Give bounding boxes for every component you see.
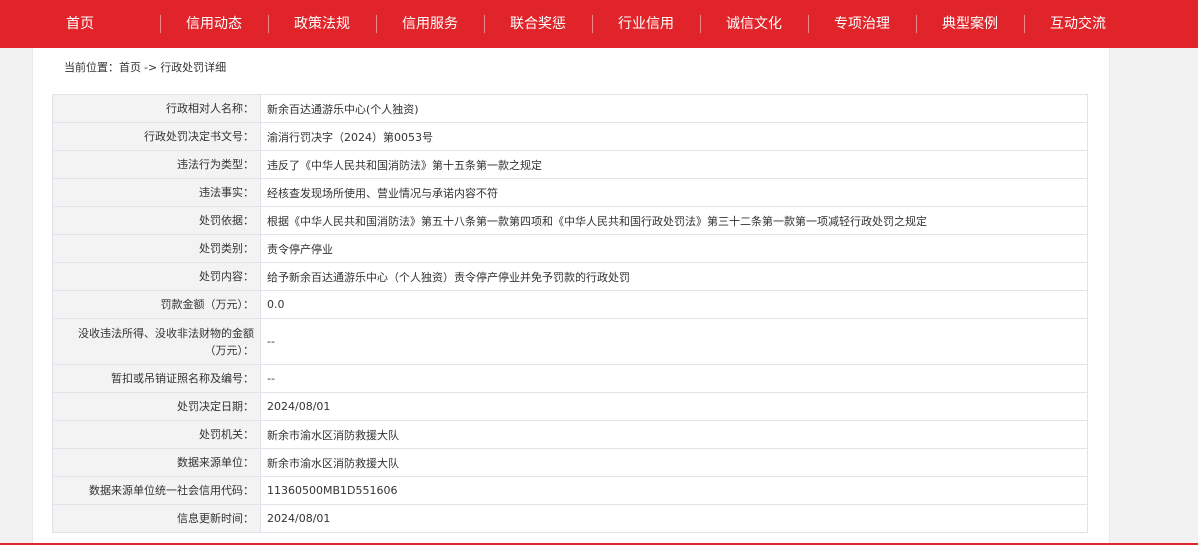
nav-item-typical-cases[interactable]: 典型案例 [916, 0, 1024, 48]
field-label: 违法行为类型： [52, 150, 261, 179]
nav-item-interaction[interactable]: 互动交流 [1024, 0, 1132, 48]
field-label: 数据来源单位： [52, 448, 261, 477]
penalty-detail-table: 行政相对人名称： 新余百达通游乐中心(个人独资) 行政处罚决定书文号： 渝消行罚… [52, 94, 1088, 533]
field-value: 违反了《中华人民共和国消防法》第十五条第一款之规定 [260, 150, 1088, 179]
field-label: 数据来源单位统一社会信用代码： [52, 476, 261, 505]
field-value: 新余市渝水区消防救援大队 [260, 420, 1088, 449]
table-row: 行政处罚决定书文号： 渝消行罚决字（2024）第0053号 [52, 122, 1088, 151]
field-label: 违法事实： [52, 178, 261, 207]
nav-item-joint-rewards-penalties[interactable]: 联合奖惩 [484, 0, 592, 48]
field-label: 处罚依据： [52, 206, 261, 235]
field-label: 处罚类别： [52, 234, 261, 263]
field-label: 行政处罚决定书文号： [52, 122, 261, 151]
field-value: 0.0 [260, 290, 1088, 319]
table-row: 违法事实： 经核查发现场所使用、营业情况与承诺内容不符 [52, 178, 1088, 207]
breadcrumb-prefix: 当前位置： [64, 61, 119, 74]
table-row: 违法行为类型： 违反了《中华人民共和国消防法》第十五条第一款之规定 [52, 150, 1088, 179]
table-row: 处罚决定日期： 2024/08/01 [52, 392, 1088, 421]
nav-item-policies[interactable]: 政策法规 [268, 0, 376, 48]
field-label: 处罚机关： [52, 420, 261, 449]
field-value: 2024/08/01 [260, 504, 1088, 533]
field-label: 罚款金额（万元）： [52, 290, 261, 319]
field-label: 没收违法所得、没收非法财物的金额（万元）： [52, 318, 261, 365]
field-value: 2024/08/01 [260, 392, 1088, 421]
table-row: 信息更新时间： 2024/08/01 [52, 504, 1088, 533]
field-value: 11360500MB1D551606 [260, 476, 1088, 505]
nav-item-home[interactable]: 首页 [0, 0, 160, 48]
table-row: 处罚依据： 根据《中华人民共和国消防法》第五十八条第一款第四项和《中华人民共和国… [52, 206, 1088, 235]
field-label: 处罚决定日期： [52, 392, 261, 421]
field-label: 信息更新时间： [52, 504, 261, 533]
nav-item-industry-credit[interactable]: 行业信用 [592, 0, 700, 48]
field-label: 行政相对人名称： [52, 94, 261, 123]
table-row: 数据来源单位统一社会信用代码： 11360500MB1D551606 [52, 476, 1088, 505]
breadcrumb-separator: -> [144, 61, 158, 74]
field-value: 根据《中华人民共和国消防法》第五十八条第一款第四项和《中华人民共和国行政处罚法》… [260, 206, 1088, 235]
top-nav-bar: 首页 信用动态 政策法规 信用服务 联合奖惩 行业信用 诚信文化 专项治理 典型… [0, 0, 1198, 48]
nav-item-special-governance[interactable]: 专项治理 [808, 0, 916, 48]
breadcrumb: 当前位置：首页 -> 行政处罚详细 [64, 59, 226, 75]
breadcrumb-current: 行政处罚详细 [160, 61, 227, 74]
table-row: 罚款金额（万元）： 0.0 [52, 290, 1088, 319]
field-value: 新余市渝水区消防救援大队 [260, 448, 1088, 477]
table-row: 处罚类别： 责令停产停业 [52, 234, 1088, 263]
field-value: 给予新余百达通游乐中心（个人独资）责令停产停业并免予罚款的行政处罚 [260, 262, 1088, 291]
nav-item-credit-services[interactable]: 信用服务 [376, 0, 484, 48]
field-value: 经核查发现场所使用、营业情况与承诺内容不符 [260, 178, 1088, 207]
main-content: 当前位置：首页 -> 行政处罚详细 行政相对人名称： 新余百达通游乐中心(个人独资)… [32, 48, 1110, 545]
breadcrumb-home-link[interactable]: 首页 [119, 61, 141, 74]
field-label: 处罚内容： [52, 262, 261, 291]
field-value: 渝消行罚决字（2024）第0053号 [260, 122, 1088, 151]
table-row: 处罚内容： 给予新余百达通游乐中心（个人独资）责令停产停业并免予罚款的行政处罚 [52, 262, 1088, 291]
field-value: -- [260, 364, 1088, 393]
field-value: 责令停产停业 [260, 234, 1088, 263]
table-row: 没收违法所得、没收非法财物的金额（万元）： -- [52, 318, 1088, 365]
field-value: 新余百达通游乐中心(个人独资) [260, 94, 1088, 123]
table-row: 行政相对人名称： 新余百达通游乐中心(个人独资) [52, 94, 1088, 123]
nav-item-integrity-culture[interactable]: 诚信文化 [700, 0, 808, 48]
table-row: 暂扣或吊销证照名称及编号： -- [52, 364, 1088, 393]
nav-item-credit-news[interactable]: 信用动态 [160, 0, 268, 48]
field-value: -- [260, 318, 1088, 365]
field-label: 暂扣或吊销证照名称及编号： [52, 364, 261, 393]
table-row: 处罚机关： 新余市渝水区消防救援大队 [52, 420, 1088, 449]
table-row: 数据来源单位： 新余市渝水区消防救援大队 [52, 448, 1088, 477]
